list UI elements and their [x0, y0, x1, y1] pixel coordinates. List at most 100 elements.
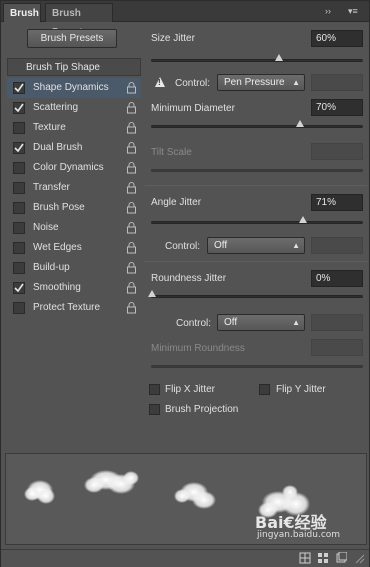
roundness-control-dropdown[interactable]: Off ▲	[217, 314, 305, 331]
list-item-label: Wet Edges	[33, 242, 82, 253]
list-item-checkbox[interactable]	[13, 162, 25, 174]
flip-x-jitter-checkbox[interactable]	[149, 384, 160, 395]
angle-jitter-slider-thumb[interactable]	[298, 216, 307, 223]
dropdown-arrows-icon: ▲	[292, 78, 300, 87]
section-divider	[145, 261, 367, 262]
list-item-checkbox[interactable]	[13, 102, 25, 114]
lock-icon[interactable]	[126, 82, 137, 94]
list-item[interactable]: Build-up	[7, 258, 141, 278]
size-control-extra-field	[311, 74, 363, 91]
list-item[interactable]: Color Dynamics	[7, 158, 141, 178]
angle-jitter-slider[interactable]	[151, 216, 363, 224]
roundness-control-extra-field	[311, 314, 363, 331]
size-control-label: Control:	[175, 78, 211, 89]
list-item-checkbox[interactable]	[13, 242, 25, 254]
tilt-scale-slider	[151, 169, 363, 172]
roundness-jitter-slider[interactable]	[148, 290, 363, 298]
flip-y-jitter-checkbox[interactable]	[259, 384, 270, 395]
list-item-checkbox[interactable]	[13, 302, 25, 314]
lock-icon[interactable]	[126, 122, 137, 134]
minimum-roundness-field	[311, 339, 363, 356]
list-item-checkbox[interactable]	[13, 182, 25, 194]
list-item-checkbox[interactable]	[13, 202, 25, 214]
list-item-label: Protect Texture	[33, 302, 101, 313]
tilt-scale-label: Tilt Scale	[151, 147, 192, 158]
brush-tip-shape-item[interactable]: Brush Tip Shape	[7, 58, 141, 76]
section-divider	[145, 185, 367, 186]
list-item[interactable]: Brush Pose	[7, 198, 141, 218]
panel-menu-icon[interactable]: ▾≡	[348, 5, 358, 17]
collapse-icon[interactable]: ››	[325, 5, 331, 17]
size-jitter-field[interactable]: 60%	[311, 30, 363, 47]
lock-icon[interactable]	[126, 202, 137, 214]
list-item-checkbox[interactable]	[13, 122, 25, 134]
lock-icon[interactable]	[126, 302, 137, 314]
size-jitter-slider[interactable]	[151, 54, 363, 62]
list-item-label: Scattering	[33, 102, 79, 113]
minimum-diameter-field[interactable]: 70%	[311, 99, 363, 116]
list-item[interactable]: Wet Edges	[7, 238, 141, 258]
minimum-diameter-label: Minimum Diameter	[151, 103, 235, 114]
shape-dynamics-settings: Size Jitter 60% ! Control: Pen Pressure …	[145, 27, 367, 447]
list-item-label: Smoothing	[33, 282, 81, 293]
minimum-diameter-slider-thumb[interactable]	[296, 120, 305, 127]
list-item-checkbox[interactable]	[13, 82, 25, 94]
list-item[interactable]: Shape Dynamics	[7, 78, 141, 98]
dropdown-arrows-icon: ▲	[292, 318, 300, 327]
tilt-scale-field	[311, 143, 363, 160]
resize-grip-icon[interactable]	[353, 552, 365, 564]
list-item[interactable]: Dual Brush	[7, 138, 141, 158]
angle-control-extra-field	[311, 237, 363, 254]
angle-control-label: Control:	[165, 241, 201, 252]
roundness-control-value: Off	[224, 317, 238, 328]
list-item-checkbox[interactable]	[13, 282, 25, 294]
list-item[interactable]: Scattering	[7, 98, 141, 118]
size-jitter-slider-thumb[interactable]	[275, 54, 284, 61]
list-item-label: Transfer	[33, 182, 70, 193]
flip-y-jitter-label: Flip Y Jitter	[276, 384, 326, 395]
brush-presets-button[interactable]: Brush Presets	[27, 29, 117, 48]
lock-icon[interactable]	[126, 282, 137, 294]
brush-projection-label: Brush Projection	[165, 404, 239, 415]
list-item-label: Brush Pose	[33, 202, 85, 213]
angle-jitter-field[interactable]: 71%	[311, 194, 363, 211]
lock-icon[interactable]	[126, 102, 137, 114]
dropdown-arrows-icon: ▲	[292, 241, 300, 250]
size-control-dropdown[interactable]: Pen Pressure ▲	[217, 74, 305, 91]
cloud-stroke-3	[174, 482, 216, 509]
brush-projection-checkbox[interactable]	[149, 404, 160, 415]
cloud-stroke-2	[84, 470, 139, 494]
lock-icon[interactable]	[126, 182, 137, 194]
list-item-label: Build-up	[33, 262, 70, 273]
list-item-checkbox[interactable]	[13, 262, 25, 274]
size-jitter-label: Size Jitter	[151, 33, 195, 44]
lock-icon[interactable]	[126, 242, 137, 254]
flip-x-jitter-label: Flip X Jitter	[165, 384, 216, 395]
lock-icon[interactable]	[126, 222, 137, 234]
list-item-checkbox[interactable]	[13, 222, 25, 234]
list-item[interactable]: Texture	[7, 118, 141, 138]
panel-tab-bar: Brush Brush Presets ›› ▾≡	[1, 1, 369, 38]
list-item[interactable]: Smoothing	[7, 278, 141, 298]
minimum-diameter-slider[interactable]	[151, 120, 363, 128]
list-item[interactable]: Protect Texture	[7, 298, 141, 318]
list-item[interactable]: Transfer	[7, 178, 141, 198]
lock-icon[interactable]	[126, 262, 137, 274]
list-item[interactable]: Noise	[7, 218, 141, 238]
list-item-label: Color Dynamics	[33, 162, 104, 173]
lock-icon[interactable]	[126, 162, 137, 174]
tab-brush[interactable]: Brush	[3, 3, 41, 22]
roundness-jitter-field[interactable]: 0%	[311, 270, 363, 287]
list-item-checkbox[interactable]	[13, 142, 25, 154]
grid-view-icon[interactable]	[317, 552, 329, 564]
roundness-jitter-slider-thumb[interactable]	[148, 290, 156, 297]
toggle-hardness-icon[interactable]	[299, 552, 311, 564]
lock-icon[interactable]	[126, 142, 137, 154]
angle-control-dropdown[interactable]: Off ▲	[207, 237, 305, 254]
list-item-label: Texture	[33, 122, 66, 133]
roundness-jitter-label: Roundness Jitter	[151, 273, 227, 284]
new-brush-icon[interactable]	[335, 552, 347, 564]
tab-brush-presets[interactable]: Brush Presets	[45, 3, 113, 38]
minimum-roundness-slider	[151, 365, 363, 368]
list-item-label: Dual Brush	[33, 142, 83, 153]
